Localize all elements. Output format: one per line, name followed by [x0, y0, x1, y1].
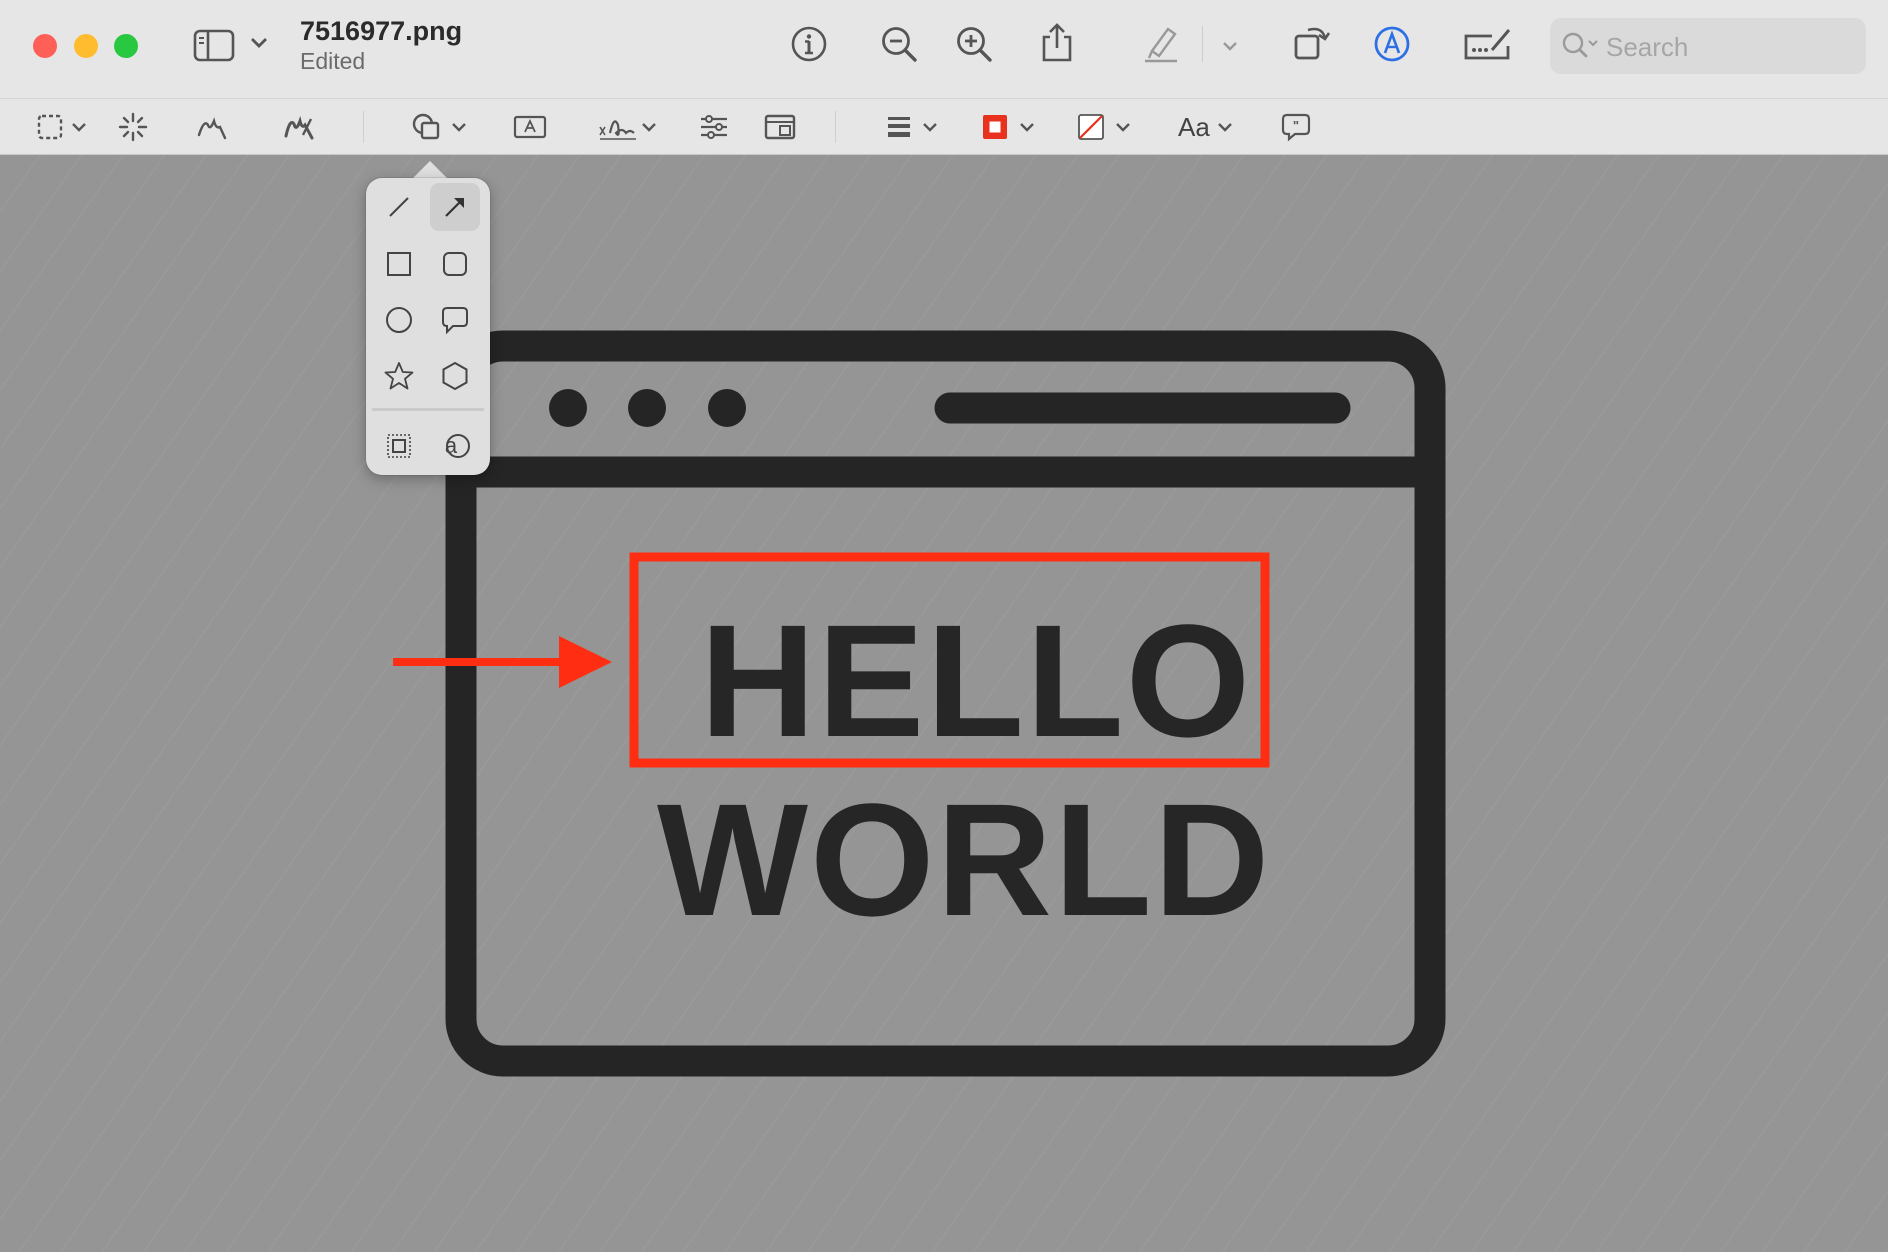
- arrow-shape-button[interactable]: [430, 183, 480, 231]
- sketch-icon[interactable]: [196, 113, 228, 141]
- form-fill-icon[interactable]: [1462, 26, 1512, 62]
- shapes-menu-chevron-icon[interactable]: [450, 121, 468, 133]
- shapes-icon[interactable]: [411, 112, 443, 142]
- highlight-menu-chevron-icon[interactable]: [1221, 40, 1239, 52]
- markup-toolbar: Aa ": [0, 99, 1888, 155]
- toolbar-divider: [1202, 26, 1203, 62]
- border-color-menu-chevron-icon[interactable]: [1018, 121, 1036, 133]
- zoom-in-icon[interactable]: [955, 25, 995, 65]
- adjust-color-icon[interactable]: [698, 112, 730, 142]
- info-icon[interactable]: [790, 25, 828, 63]
- search-icon: [1560, 30, 1602, 62]
- instant-alpha-icon[interactable]: [117, 111, 149, 143]
- text-style-button[interactable]: Aa: [1178, 112, 1210, 143]
- text-box-icon[interactable]: [513, 114, 547, 140]
- search-placeholder: Search: [1606, 32, 1689, 62]
- toolbar-separator: [835, 111, 836, 143]
- sidebar-menu-chevron-icon[interactable]: [249, 36, 269, 50]
- rectangle-shape-button[interactable]: [374, 240, 424, 288]
- speech-bubble-shape-button[interactable]: [430, 296, 480, 344]
- minimize-window-button[interactable]: [74, 34, 98, 58]
- hello-text: HELLO: [700, 591, 1253, 770]
- svg-text:": ": [1293, 118, 1299, 133]
- popover-divider: [372, 408, 484, 411]
- share-icon[interactable]: [1039, 22, 1075, 64]
- draw-icon[interactable]: [283, 113, 315, 141]
- loupe-shape-button[interactable]: a: [430, 422, 480, 470]
- window-title[interactable]: 7516977.png: [300, 16, 462, 47]
- world-text: WORLD: [657, 770, 1272, 949]
- sign-icon[interactable]: [596, 111, 638, 143]
- document-canvas[interactable]: HELLO WORLD: [0, 155, 1888, 1252]
- rounded-rectangle-shape-button[interactable]: [430, 240, 480, 288]
- adjust-size-icon[interactable]: [764, 113, 796, 141]
- star-shape-button[interactable]: [374, 352, 424, 400]
- close-window-button[interactable]: [33, 34, 57, 58]
- title-bar: 7516977.png Edited Search: [0, 0, 1888, 99]
- shape-style-menu-chevron-icon[interactable]: [921, 121, 939, 133]
- selection-menu-chevron-icon[interactable]: [70, 121, 88, 133]
- shape-style-icon[interactable]: [886, 114, 912, 140]
- polygon-shape-button[interactable]: [430, 352, 480, 400]
- rotate-icon[interactable]: [1292, 22, 1332, 62]
- zoom-window-button[interactable]: [114, 34, 138, 58]
- shapes-popover: a: [366, 178, 490, 475]
- line-shape-button[interactable]: [374, 183, 424, 231]
- mask-shape-button[interactable]: [374, 422, 424, 470]
- border-color-icon[interactable]: [981, 113, 1009, 141]
- document-status: Edited: [300, 48, 366, 74]
- text-style-menu-chevron-icon[interactable]: [1216, 121, 1234, 133]
- rectangular-selection-icon[interactable]: [36, 113, 64, 141]
- oval-shape-button[interactable]: [374, 296, 424, 344]
- annotate-icon[interactable]: ": [1281, 112, 1311, 142]
- sign-menu-chevron-icon[interactable]: [640, 121, 658, 133]
- fill-color-menu-chevron-icon[interactable]: [1114, 121, 1132, 133]
- svg-text:a: a: [445, 433, 458, 458]
- search-field[interactable]: Search: [1550, 18, 1866, 74]
- zoom-out-icon[interactable]: [880, 25, 920, 65]
- highlight-pen-icon[interactable]: [1142, 24, 1180, 64]
- sidebar-toggle-icon[interactable]: [193, 28, 237, 64]
- fill-color-icon[interactable]: [1077, 113, 1105, 141]
- markup-icon[interactable]: [1373, 25, 1411, 63]
- toolbar-separator: [363, 111, 364, 143]
